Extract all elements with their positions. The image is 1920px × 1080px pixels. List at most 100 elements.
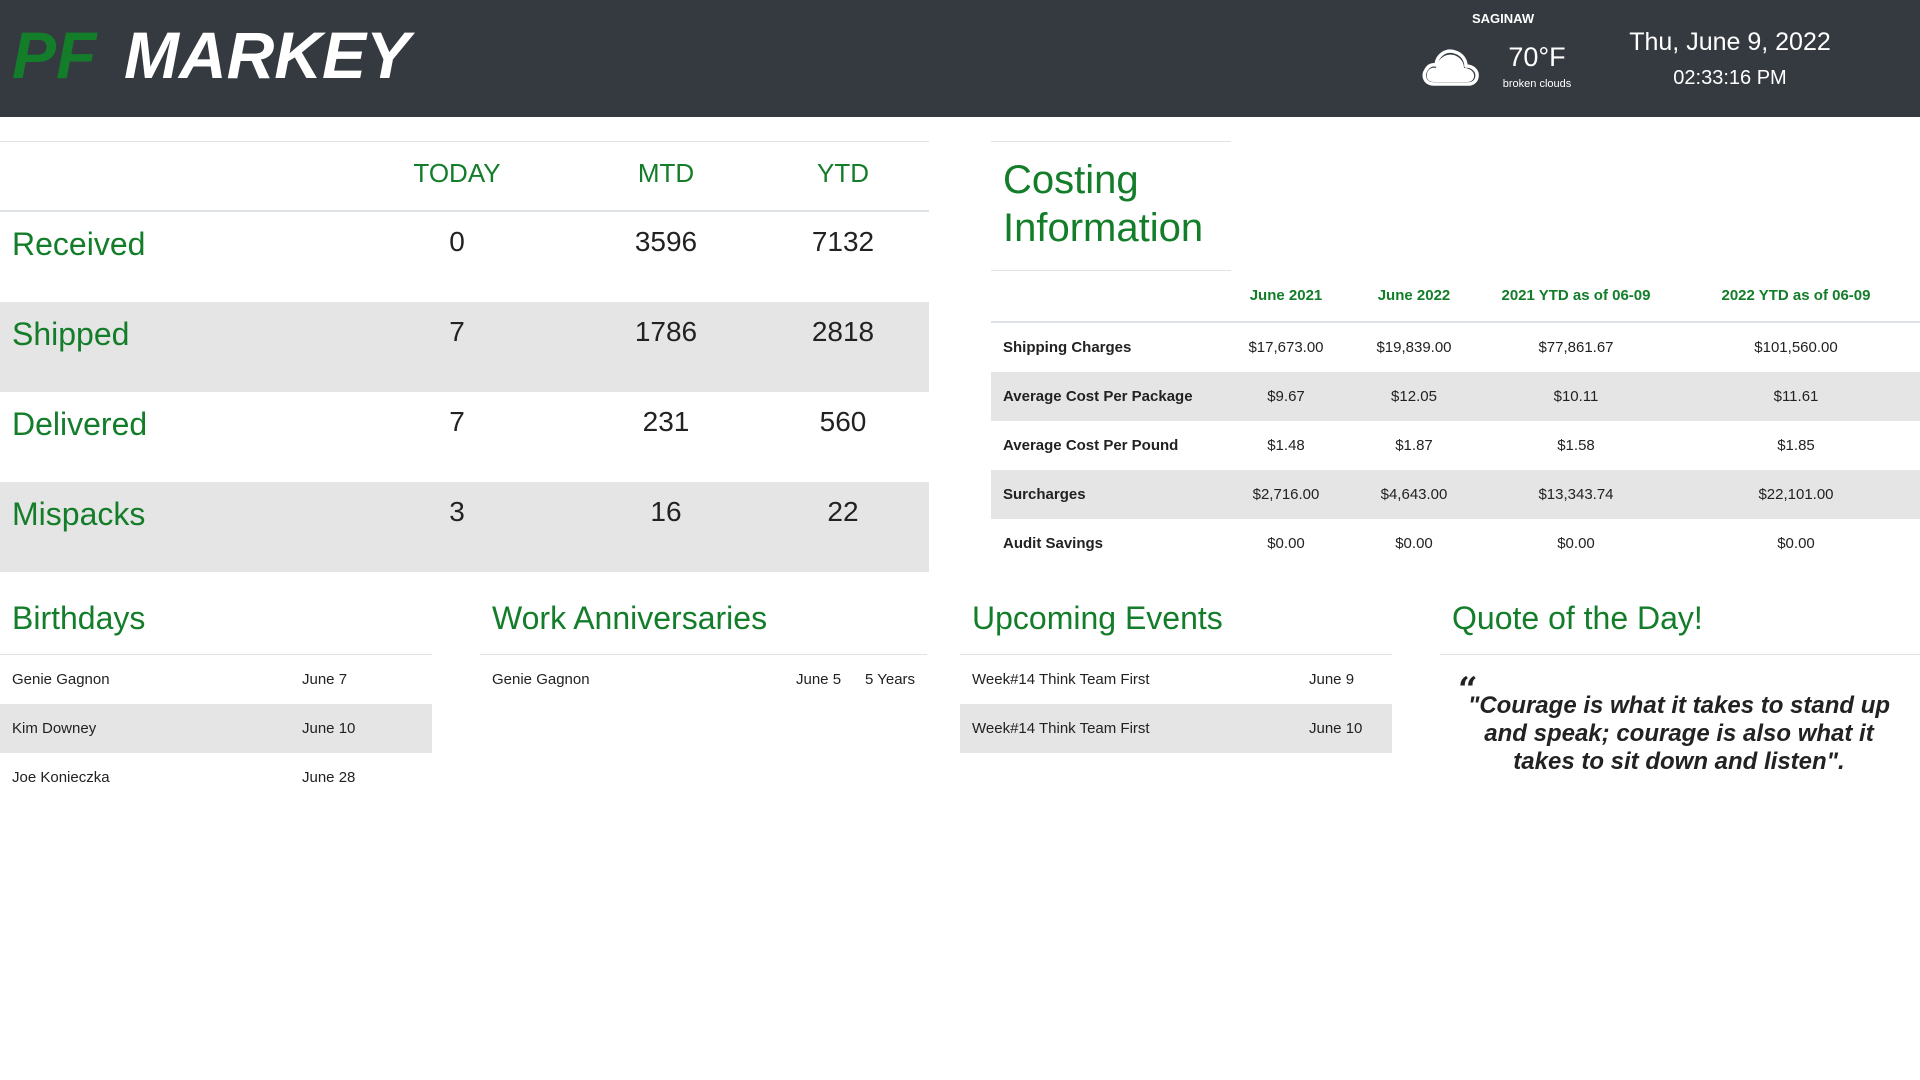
events-title: Upcoming Events <box>960 592 1392 655</box>
weather-description: broken clouds <box>1502 78 1572 90</box>
value-mtd: 3596 <box>634 226 698 257</box>
row-label: Received <box>12 226 146 262</box>
cell: $0.00 <box>1395 535 1433 552</box>
cloud-icon <box>1420 42 1480 94</box>
quote-title: Quote of the Day! <box>1440 592 1920 655</box>
anniversaries-title: Work Anniversaries <box>480 592 927 655</box>
shipping-stats-table: TODAY MTD YTD Received 0 3596 7132 Shipp… <box>0 141 929 572</box>
value-today: 7 <box>449 406 465 437</box>
datetime: Thu, June 9, 2022 02:33:16 PM <box>1620 28 1840 90</box>
value-today: 7 <box>449 316 465 347</box>
cell: $0.00 <box>1777 535 1815 552</box>
col-today: TODAY <box>413 158 501 188</box>
weather-widget: SAGINAW 70°F broken clouds <box>1420 0 1620 117</box>
logo-part2: MARKEY <box>124 22 415 92</box>
value-ytd: 2818 <box>811 316 875 347</box>
cell: $9.67 <box>1267 388 1305 405</box>
cell: $4,643.00 <box>1380 486 1448 503</box>
birthdays-panel: Birthdays Genie Gagnon June 7 Kim Downey… <box>0 592 432 802</box>
costing-row: Surcharges $2,716.00 $4,643.00 $13,343.7… <box>991 470 1920 519</box>
row-label: Shipped <box>12 316 130 352</box>
birthdays-title: Birthdays <box>0 592 432 655</box>
costing-title: Costing Information <box>1003 156 1203 252</box>
events-panel: Upcoming Events Week#14 Think Team First… <box>960 592 1392 753</box>
list-item: Genie Gagnon June 5 5 Years <box>480 655 927 704</box>
item-years: 5 Years <box>865 671 916 688</box>
stats-row-shipped: Shipped 7 1786 2818 <box>0 302 929 392</box>
weather-city: SAGINAW <box>1472 11 1535 26</box>
value-mtd: 16 <box>650 496 682 527</box>
stats-row-received: Received 0 3596 7132 <box>0 212 929 302</box>
cell: $17,673.00 <box>1248 339 1324 356</box>
value-ytd: 7132 <box>811 226 875 257</box>
costing-table: June 2021 June 2022 2021 YTD as of 06-09… <box>991 271 1920 568</box>
list-item: Kim Downey June 10 <box>0 704 432 753</box>
col-2021-ytd: 2021 YTD as of 06-09 <box>1501 287 1651 304</box>
person-name: Genie Gagnon <box>12 671 110 688</box>
person-name: Kim Downey <box>12 720 97 737</box>
row-label: Shipping Charges <box>1003 339 1132 356</box>
col-june-2022: June 2022 <box>1377 287 1451 304</box>
costing-row: Average Cost Per Pound $1.48 $1.87 $1.58… <box>991 421 1920 470</box>
col-june-2021: June 2021 <box>1249 287 1323 304</box>
col-mtd: MTD <box>637 158 695 188</box>
item-date: June 5 <box>796 671 842 688</box>
row-label: Average Cost Per Pound <box>1003 437 1179 454</box>
logo-part1: PF <box>12 22 98 92</box>
event-name: Week#14 Think Team First <box>972 671 1150 688</box>
stats-header-row: TODAY MTD YTD <box>0 141 929 212</box>
costing-title-box: Costing Information <box>991 141 1231 271</box>
item-date: June 10 <box>302 720 356 737</box>
value-mtd: 1786 <box>634 316 698 347</box>
list-item: Joe Konieczka June 28 <box>0 753 432 802</box>
cell: $1.85 <box>1777 437 1815 454</box>
costing-title-line2: Information <box>1003 206 1204 250</box>
quote-panel: Quote of the Day! “ "Courage is what it … <box>1440 592 1920 775</box>
cell: $10.11 <box>1553 388 1599 405</box>
value-today: 3 <box>449 496 465 527</box>
costing-row: Shipping Charges $17,673.00 $19,839.00 $… <box>991 323 1920 372</box>
quote-text: "Courage is what it takes to stand up an… <box>1467 692 1891 775</box>
item-date: June 7 <box>302 671 348 688</box>
current-date: Thu, June 9, 2022 <box>1629 28 1831 56</box>
anniversaries-panel: Work Anniversaries Genie Gagnon June 5 5… <box>480 592 927 704</box>
costing-title-line1: Costing <box>1003 158 1139 202</box>
list-item: Week#14 Think Team First June 9 <box>960 655 1392 704</box>
cell: $1.58 <box>1557 437 1595 454</box>
cell: $77,861.67 <box>1538 339 1614 356</box>
person-name: Genie Gagnon <box>492 671 590 688</box>
value-ytd: 22 <box>827 496 859 527</box>
cell: $1.87 <box>1395 437 1433 454</box>
row-label: Audit Savings <box>1003 535 1104 552</box>
col-2022-ytd: 2022 YTD as of 06-09 <box>1721 287 1871 304</box>
cell: $0.00 <box>1267 535 1305 552</box>
col-ytd: YTD <box>817 158 869 188</box>
cell: $101,560.00 <box>1754 339 1838 356</box>
row-label: Delivered <box>12 406 148 442</box>
stats-row-mispacks: Mispacks 3 16 22 <box>0 482 929 572</box>
current-time: 02:33:16 PM <box>1673 67 1787 89</box>
list-item: Genie Gagnon June 7 <box>0 655 432 704</box>
person-name: Joe Konieczka <box>12 769 110 786</box>
weather-temp: 70°F <box>1508 42 1566 72</box>
cell: $12.05 <box>1391 388 1437 405</box>
value-ytd: 560 <box>819 406 867 437</box>
cell: $2,716.00 <box>1252 486 1320 503</box>
top-header: PF MARKEY SAGINAW 70°F broken clouds Thu… <box>0 0 1920 117</box>
cell: $13,343.74 <box>1538 486 1614 503</box>
costing-header-row: June 2021 June 2022 2021 YTD as of 06-09… <box>991 271 1920 323</box>
list-item: Week#14 Think Team First June 10 <box>960 704 1392 753</box>
cell: $19,839.00 <box>1376 339 1452 356</box>
value-mtd: 231 <box>642 406 690 437</box>
row-label: Average Cost Per Package <box>1003 388 1193 405</box>
value-today: 0 <box>449 226 465 257</box>
cell: $0.00 <box>1557 535 1595 552</box>
cell: $11.61 <box>1773 388 1819 405</box>
event-name: Week#14 Think Team First <box>972 720 1150 737</box>
item-date: June 9 <box>1309 671 1355 688</box>
cell: $22,101.00 <box>1758 486 1834 503</box>
stats-row-delivered: Delivered 7 231 560 <box>0 392 929 482</box>
item-date: June 10 <box>1309 720 1363 737</box>
row-label: Surcharges <box>1003 486 1086 503</box>
row-label: Mispacks <box>12 496 146 532</box>
